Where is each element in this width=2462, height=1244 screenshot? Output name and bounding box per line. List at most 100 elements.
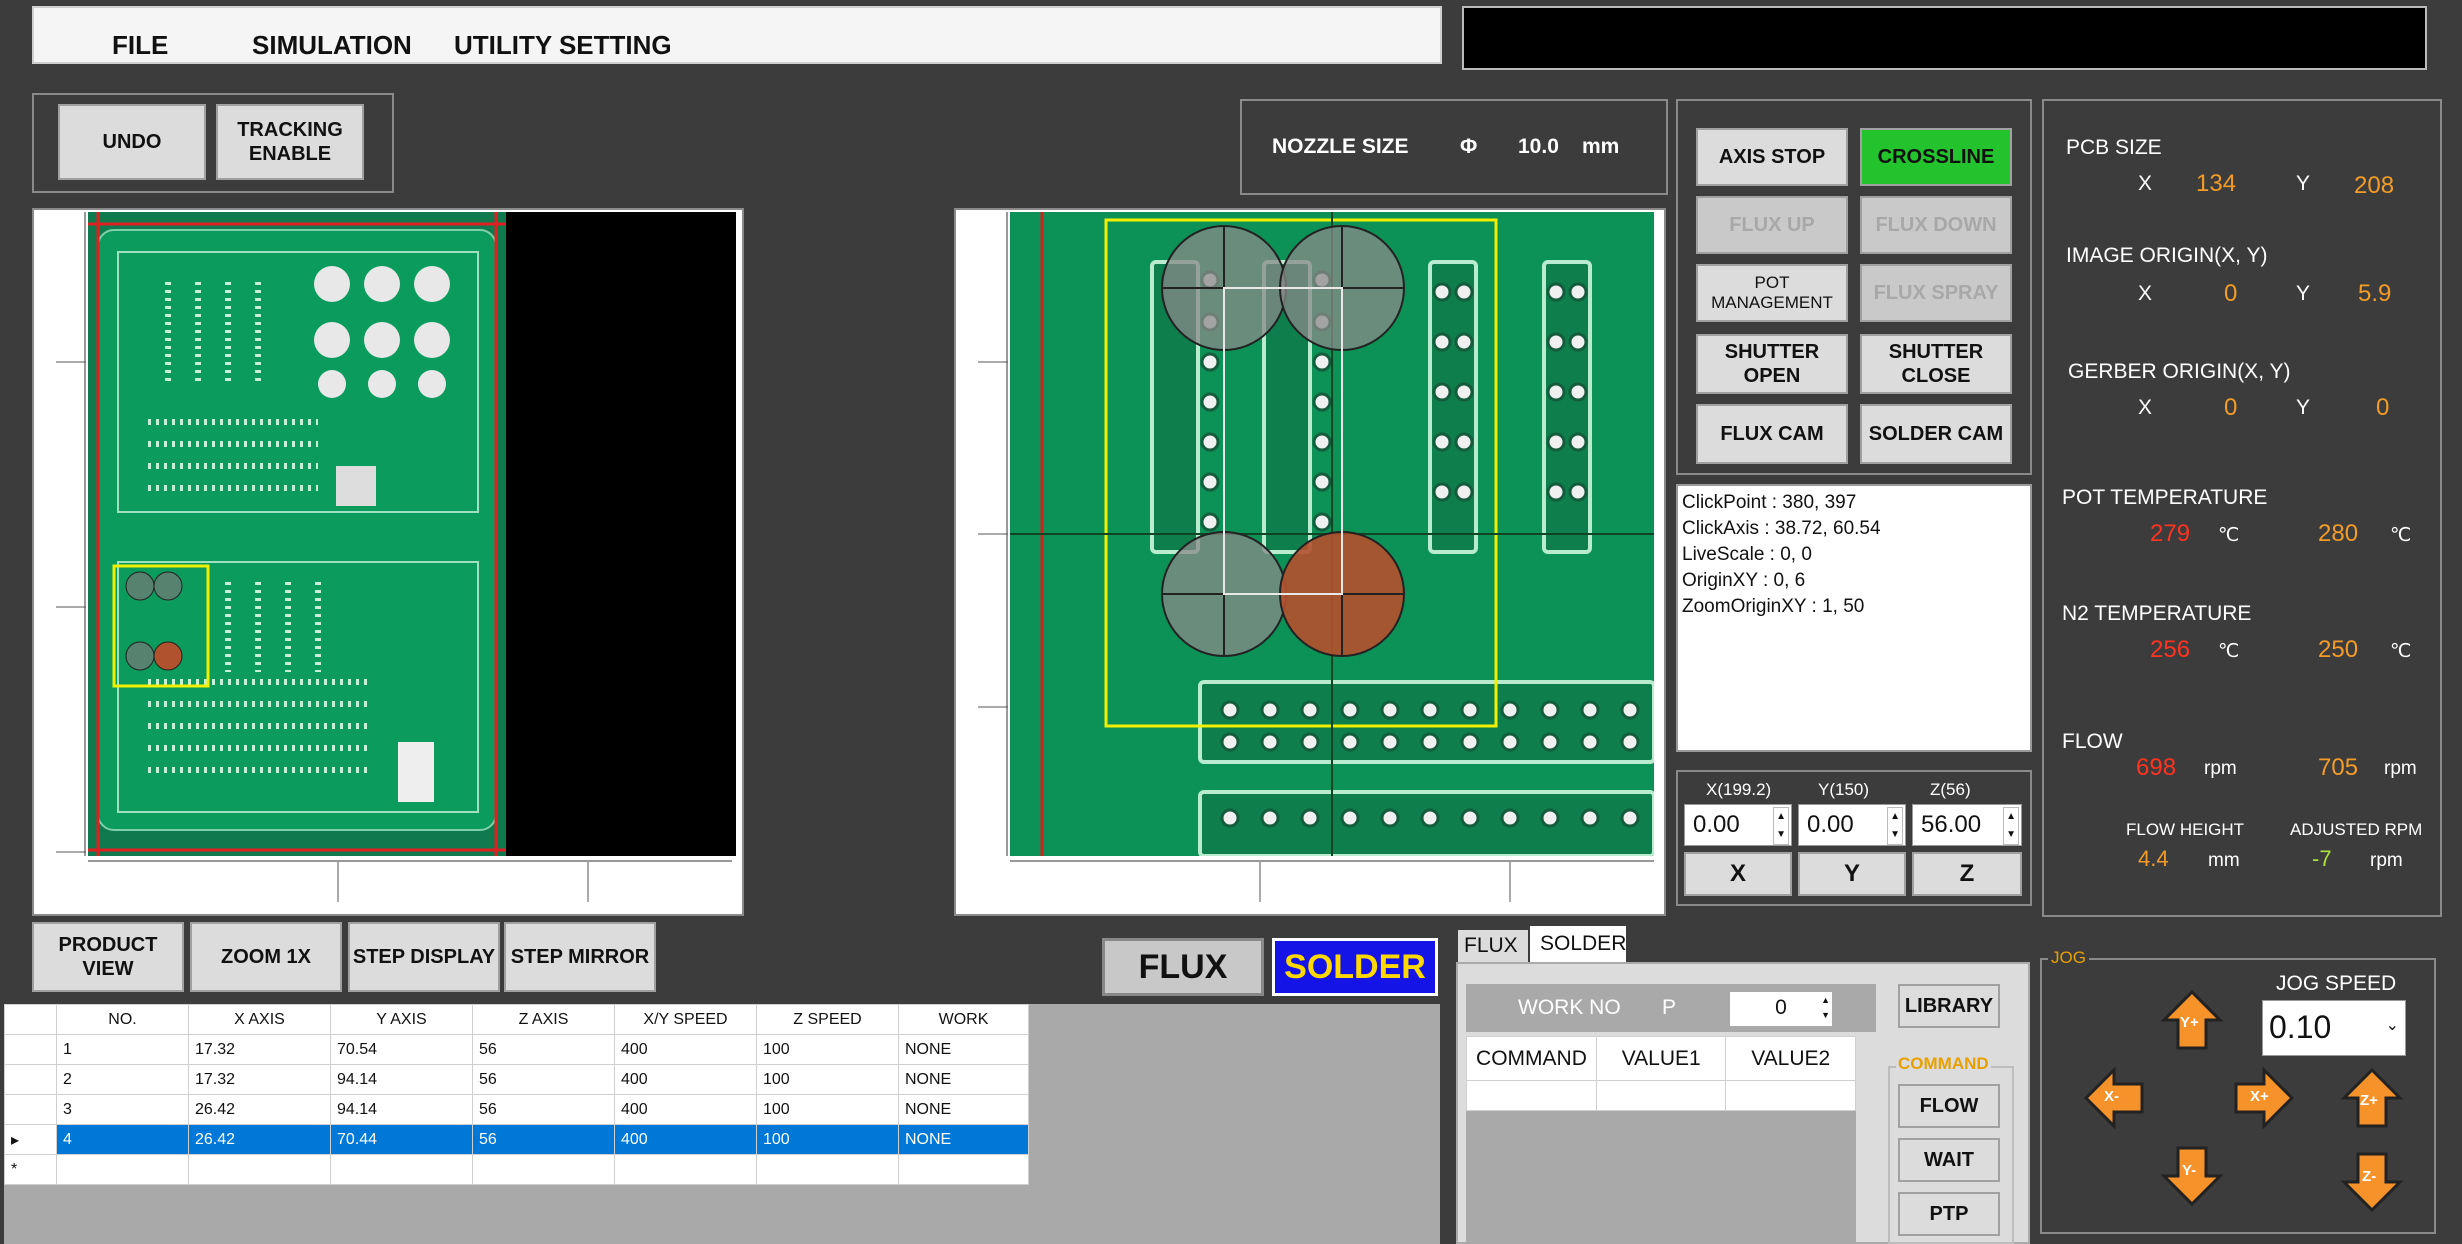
- menu-file[interactable]: FILE: [112, 30, 168, 61]
- shutter-close-button[interactable]: SHUTTER CLOSE: [1860, 334, 2012, 394]
- flux-spray-button[interactable]: FLUX SPRAY: [1860, 264, 2012, 322]
- cell[interactable]: 70.54: [330, 1034, 473, 1065]
- menu-simulation[interactable]: SIMULATION: [252, 30, 412, 61]
- table-row[interactable]: 1 17.32 70.54 56 400 100 NONE: [4, 1034, 1029, 1065]
- row-selector-current[interactable]: ▸: [4, 1124, 57, 1155]
- chevron-down-icon[interactable]: ⌄: [2386, 1015, 2399, 1035]
- menu-utility-setting[interactable]: UTILITY SETTING: [454, 30, 672, 61]
- wait-command-button[interactable]: WAIT: [1898, 1138, 2000, 1182]
- col-x-axis[interactable]: X AXIS: [188, 1004, 331, 1035]
- axis-y-spinner-icon[interactable]: ▲ ▼: [1887, 807, 1903, 845]
- cell[interactable]: [756, 1154, 899, 1185]
- cell[interactable]: [614, 1154, 757, 1185]
- col-y-axis[interactable]: Y AXIS: [330, 1004, 473, 1035]
- jog-y-plus-button[interactable]: Y+: [2160, 988, 2224, 1052]
- zoom-button[interactable]: ZOOM 1X: [190, 922, 342, 992]
- row-selector[interactable]: [4, 1094, 57, 1125]
- command-empty-row[interactable]: [1466, 1080, 1856, 1111]
- library-button[interactable]: LIBRARY: [1898, 984, 2000, 1028]
- cell[interactable]: 400: [614, 1124, 757, 1155]
- col-xy-speed[interactable]: X/Y SPEED: [614, 1004, 757, 1035]
- row-selector[interactable]: [4, 1064, 57, 1095]
- axis-y-button[interactable]: Y: [1798, 852, 1906, 896]
- axis-z-spinner-icon[interactable]: ▲ ▼: [2003, 807, 2019, 845]
- tab-solder[interactable]: SOLDER: [1530, 926, 1626, 964]
- cell[interactable]: NONE: [898, 1064, 1029, 1095]
- jog-x-plus-button[interactable]: X+: [2232, 1066, 2296, 1130]
- axis-z-input[interactable]: 56.00 ▲ ▼: [1912, 804, 2022, 846]
- flow-command-button[interactable]: FLOW: [1898, 1084, 2000, 1128]
- jog-x-minus-button[interactable]: X-: [2082, 1066, 2146, 1130]
- cell[interactable]: 26.42: [188, 1094, 331, 1125]
- row-selector-new[interactable]: *: [4, 1154, 57, 1185]
- axis-y-input[interactable]: 0.00 ▲ ▼: [1798, 804, 1906, 846]
- cell[interactable]: [1595, 1080, 1727, 1111]
- flux-down-button[interactable]: FLUX DOWN: [1860, 196, 2012, 254]
- col-z-axis[interactable]: Z AXIS: [472, 1004, 615, 1035]
- cell[interactable]: 400: [614, 1034, 757, 1065]
- work-p-input[interactable]: 0 ▲ ▼: [1730, 992, 1832, 1026]
- cell[interactable]: 100: [756, 1034, 899, 1065]
- product-view-button[interactable]: PRODUCT VIEW: [32, 922, 184, 992]
- cell[interactable]: [330, 1154, 473, 1185]
- cell[interactable]: 400: [614, 1094, 757, 1125]
- axis-x-spinner-icon[interactable]: ▲ ▼: [1773, 807, 1789, 845]
- cell[interactable]: NONE: [898, 1124, 1029, 1155]
- cell[interactable]: 26.42: [188, 1124, 331, 1155]
- cell[interactable]: 94.14: [330, 1064, 473, 1095]
- tracking-enable-button[interactable]: TRACKING ENABLE: [216, 104, 364, 180]
- cell[interactable]: 100: [756, 1124, 899, 1155]
- shutter-open-button[interactable]: SHUTTER OPEN: [1696, 334, 1848, 394]
- axis-stop-button[interactable]: AXIS STOP: [1696, 128, 1848, 186]
- cell[interactable]: 1: [56, 1034, 189, 1065]
- cell[interactable]: 17.32: [188, 1064, 331, 1095]
- flux-cam-button[interactable]: FLUX CAM: [1696, 404, 1848, 464]
- row-selector[interactable]: [4, 1034, 57, 1065]
- cell[interactable]: [1725, 1080, 1856, 1111]
- table-row[interactable]: 3 26.42 94.14 56 400 100 NONE: [4, 1094, 1029, 1125]
- cell[interactable]: 56: [472, 1064, 615, 1095]
- cell[interactable]: 4: [56, 1124, 189, 1155]
- step-mirror-button[interactable]: STEP MIRROR: [504, 922, 656, 992]
- table-row[interactable]: 2 17.32 94.14 56 400 100 NONE: [4, 1064, 1029, 1095]
- col-value2[interactable]: VALUE2: [1725, 1036, 1856, 1081]
- undo-button[interactable]: UNDO: [58, 104, 206, 180]
- ptp-command-button[interactable]: PTP: [1898, 1192, 2000, 1236]
- cell[interactable]: NONE: [898, 1034, 1029, 1065]
- crossline-button[interactable]: CROSSLINE: [1860, 128, 2012, 186]
- flux-mode-button[interactable]: FLUX: [1102, 938, 1264, 996]
- col-work[interactable]: WORK: [898, 1004, 1029, 1035]
- cell[interactable]: [56, 1154, 189, 1185]
- table-row-selected[interactable]: ▸ 4 26.42 70.44 56 400 100 NONE: [4, 1124, 1029, 1155]
- cell[interactable]: 56: [472, 1034, 615, 1065]
- col-no[interactable]: NO.: [56, 1004, 189, 1035]
- cell[interactable]: 400: [614, 1064, 757, 1095]
- solder-mode-button[interactable]: SOLDER: [1272, 938, 1438, 996]
- cell[interactable]: [898, 1154, 1029, 1185]
- axis-x-button[interactable]: X: [1684, 852, 1792, 896]
- cell[interactable]: 3: [56, 1094, 189, 1125]
- jog-z-plus-button[interactable]: Z+: [2340, 1066, 2404, 1130]
- cell[interactable]: [188, 1154, 331, 1185]
- axis-z-button[interactable]: Z: [1912, 852, 2022, 896]
- flux-up-button[interactable]: FLUX UP: [1696, 196, 1848, 254]
- solder-cam-button[interactable]: SOLDER CAM: [1860, 404, 2012, 464]
- cell[interactable]: [1466, 1080, 1597, 1111]
- tab-flux[interactable]: FLUX: [1458, 930, 1528, 964]
- cell[interactable]: 56: [472, 1094, 615, 1125]
- cell[interactable]: 17.32: [188, 1034, 331, 1065]
- col-command[interactable]: COMMAND: [1466, 1036, 1597, 1081]
- cell[interactable]: 100: [756, 1094, 899, 1125]
- axis-x-input[interactable]: 0.00 ▲ ▼: [1684, 804, 1792, 846]
- work-p-spinner-icon[interactable]: ▲ ▼: [1821, 993, 1830, 1023]
- cell[interactable]: 56: [472, 1124, 615, 1155]
- cell[interactable]: [472, 1154, 615, 1185]
- jog-y-minus-button[interactable]: Y-: [2160, 1144, 2224, 1208]
- jog-z-minus-button[interactable]: Z-: [2340, 1150, 2404, 1214]
- jog-speed-select[interactable]: 0.10 ⌄: [2262, 1000, 2406, 1056]
- step-display-button[interactable]: STEP DISPLAY: [348, 922, 500, 992]
- cell[interactable]: 2: [56, 1064, 189, 1095]
- pot-management-button[interactable]: POT MANAGEMENT: [1696, 264, 1848, 322]
- col-value1[interactable]: VALUE1: [1595, 1036, 1727, 1081]
- col-z-speed[interactable]: Z SPEED: [756, 1004, 899, 1035]
